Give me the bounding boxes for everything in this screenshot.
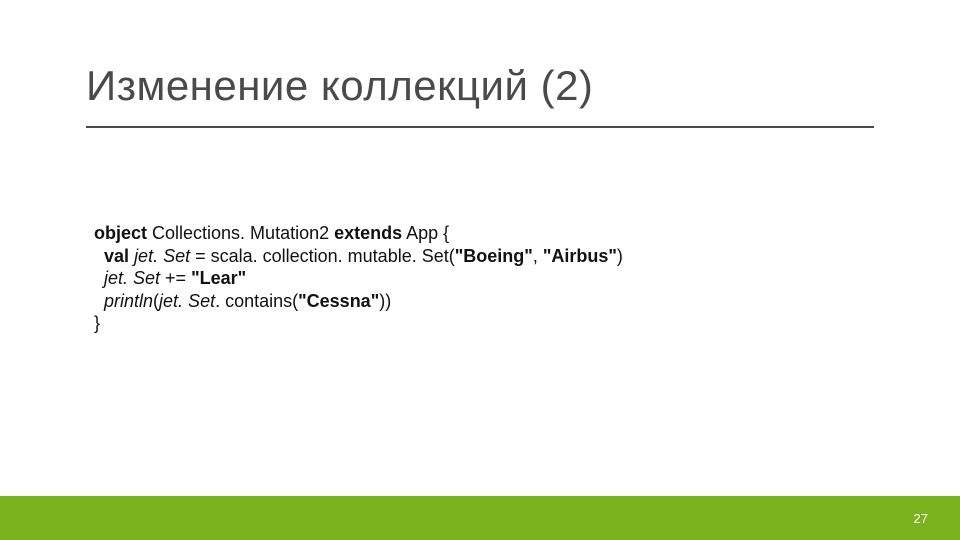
page-number: 27 bbox=[914, 511, 928, 526]
footer-bar: 27 bbox=[0, 496, 960, 540]
slide: Изменение коллекций (2) object Collectio… bbox=[0, 0, 960, 540]
code-line-4: println(jet. Set. contains("Cessna")) bbox=[94, 291, 391, 311]
code-block: object Collections. Mutation2 extends Ap… bbox=[94, 222, 623, 335]
slide-title: Изменение коллекций (2) bbox=[86, 62, 593, 110]
title-rule bbox=[86, 126, 874, 128]
code-line-1: object Collections. Mutation2 extends Ap… bbox=[94, 223, 449, 243]
code-line-2: val jet. Set = scala. collection. mutabl… bbox=[94, 246, 623, 266]
code-line-3: jet. Set += "Lear" bbox=[94, 268, 246, 288]
code-line-5: } bbox=[94, 313, 100, 333]
